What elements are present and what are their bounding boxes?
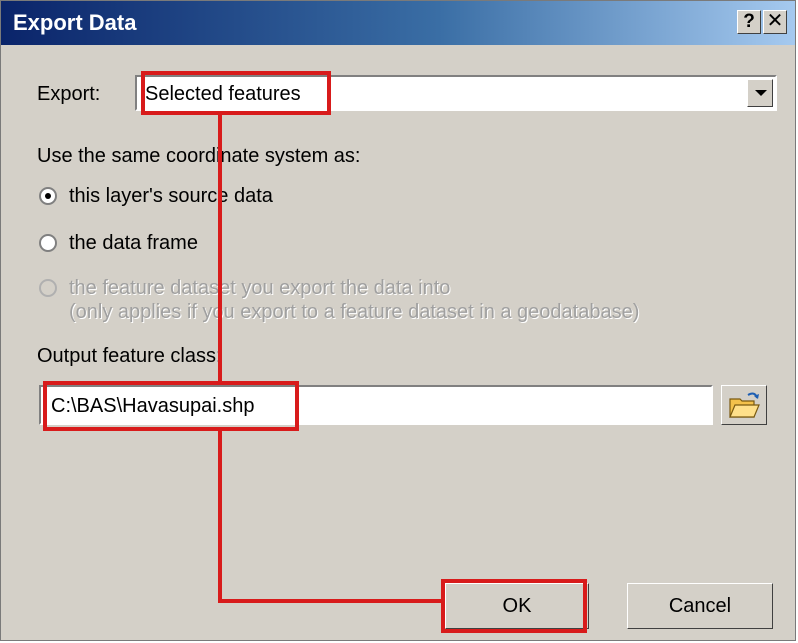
export-label: Export: [37, 83, 101, 105]
radio-data-frame[interactable] [39, 234, 57, 252]
dropdown-arrow-icon[interactable] [747, 79, 773, 107]
radio-label-feature-dataset: the feature dataset you export the data … [69, 277, 451, 299]
radio-label-data-frame[interactable]: the data frame [69, 232, 198, 255]
output-feature-class-input[interactable]: C:\BAS\Havasupai.shp [39, 385, 713, 425]
radio-sublabel-feature-dataset: (only applies if you export to a feature… [69, 301, 640, 323]
export-data-dialog: Export Data ? ✕ Export: Selected feature… [0, 0, 796, 641]
annotation-line-to-ok [218, 599, 441, 603]
help-button[interactable]: ? [737, 10, 761, 34]
radio-layer-source-data[interactable] [39, 187, 57, 205]
title-bar[interactable]: Export Data ? ✕ [1, 1, 795, 45]
annotation-line-output-down [218, 431, 222, 603]
radio-label-layer-source-data[interactable]: this layer's source data [69, 185, 273, 208]
browse-button[interactable] [721, 385, 767, 425]
folder-open-icon [729, 392, 760, 418]
export-dropdown-value: Selected features [145, 83, 301, 105]
cancel-button[interactable]: Cancel [627, 583, 773, 629]
export-dropdown[interactable]: Selected features [135, 75, 777, 111]
output-feature-class-label: Output feature class: [37, 345, 222, 367]
coordinate-system-heading: Use the same coordinate system as: [37, 145, 361, 167]
close-button[interactable]: ✕ [763, 10, 787, 34]
radio-feature-dataset [39, 279, 57, 297]
ok-button[interactable]: OK [445, 583, 589, 629]
output-path-value: C:\BAS\Havasupai.shp [51, 395, 255, 417]
window-title: Export Data [13, 10, 137, 35]
